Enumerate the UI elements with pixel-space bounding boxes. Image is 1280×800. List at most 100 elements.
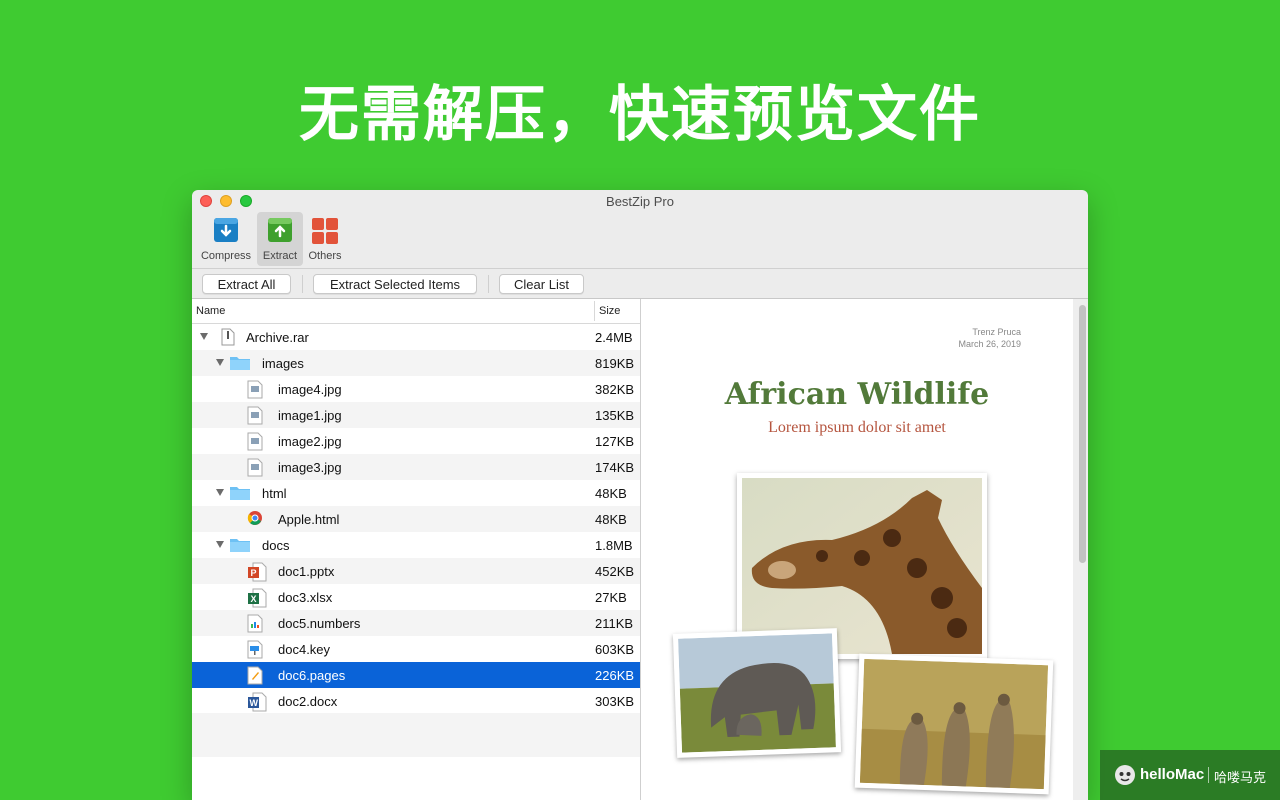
- file-row[interactable]: image4.jpg 382KB: [192, 376, 640, 402]
- chrome-html-icon: [247, 510, 263, 529]
- disclosure-triangle-icon[interactable]: [216, 359, 224, 366]
- file-size: 1.8MB: [595, 538, 633, 553]
- file-name: images: [262, 356, 304, 371]
- content-area: Name Size Archive.rar 2.4MB images 819KB ima…: [192, 298, 1088, 800]
- file-name: html: [262, 486, 287, 501]
- pages-icon: [247, 666, 263, 688]
- file-size: 211KB: [595, 616, 634, 631]
- jpg-file-icon: [247, 458, 263, 480]
- title-bar: BestZip Pro: [192, 190, 1088, 212]
- keynote-icon: [247, 640, 263, 662]
- file-name: doc3.xlsx: [278, 590, 333, 605]
- word-icon: W: [247, 692, 267, 715]
- watermark: helloMac 哈喽马克: [1100, 750, 1280, 800]
- file-list: Name Size Archive.rar 2.4MB images 819KB ima…: [192, 299, 641, 800]
- document-subtitle: Lorem ipsum dolor sit amet: [768, 419, 946, 436]
- watermark-divider: [1208, 767, 1209, 783]
- compress-icon: [214, 218, 238, 242]
- file-size: 603KB: [595, 642, 635, 657]
- extract-button[interactable]: Extract: [257, 212, 303, 266]
- app-window: BestZip Pro Compress Extract Others Extr…: [192, 190, 1088, 800]
- file-size: 48KB: [595, 512, 627, 527]
- file-name: doc1.pptx: [278, 564, 335, 579]
- file-rows: Archive.rar 2.4MB images 819KB image4.jpg 382…: [192, 324, 640, 714]
- file-size: 174KB: [595, 460, 635, 475]
- file-row[interactable]: Wdoc2.docx 303KB: [192, 688, 640, 714]
- window-title: BestZip Pro: [606, 194, 674, 209]
- file-row[interactable]: images 819KB: [192, 350, 640, 376]
- svg-text:P: P: [251, 568, 257, 578]
- document-page: Trenz Pruca March 26, 2019 African Wildl…: [641, 299, 1073, 800]
- file-name: image1.jpg: [278, 408, 342, 423]
- file-size: 452KB: [595, 564, 635, 579]
- file-row[interactable]: Xdoc3.xlsx 27KB: [192, 584, 640, 610]
- file-name: image4.jpg: [278, 382, 342, 397]
- file-name: Apple.html: [278, 512, 340, 527]
- compress-label: Compress: [200, 250, 252, 262]
- file-size: 2.4MB: [595, 330, 633, 345]
- preview-scrollbar[interactable]: [1079, 305, 1086, 563]
- size-column-header[interactable]: Size: [599, 305, 620, 317]
- document-author: Trenz Pruca: [972, 327, 1021, 337]
- file-row[interactable]: html 48KB: [192, 480, 640, 506]
- grid-icon: [312, 218, 338, 244]
- file-row[interactable]: image1.jpg 135KB: [192, 402, 640, 428]
- file-size: 303KB: [595, 694, 635, 709]
- others-label: Others: [308, 250, 342, 262]
- extract-selected-button[interactable]: Extract Selected Items: [313, 274, 477, 294]
- file-row[interactable]: doc4.key 603KB: [192, 636, 640, 662]
- file-size: 27KB: [595, 590, 627, 605]
- powerpoint-icon: P: [247, 562, 267, 585]
- file-row[interactable]: Apple.html 48KB: [192, 506, 640, 532]
- file-size: 819KB: [595, 356, 635, 371]
- disclosure-triangle-icon[interactable]: [200, 333, 208, 340]
- file-size: 382KB: [595, 382, 635, 397]
- folder-icon: [229, 354, 251, 374]
- clear-list-button[interactable]: Clear List: [499, 274, 584, 294]
- toolbar: Compress Extract Others: [192, 212, 1088, 268]
- document-title: African Wildlife: [724, 377, 990, 412]
- elephant-photo: [672, 628, 842, 758]
- file-size: 226KB: [595, 668, 635, 683]
- column-header: Name Size: [192, 299, 640, 324]
- toolbar-divider: [488, 275, 489, 293]
- hellomac-logo-icon: [1115, 765, 1135, 785]
- file-name: docs: [262, 538, 290, 553]
- file-name: image2.jpg: [278, 434, 342, 449]
- document-date: March 26, 2019: [958, 339, 1021, 349]
- promo-headline: 无需解压，快速预览文件: [299, 80, 981, 150]
- folder-icon: [229, 484, 251, 504]
- file-size: 127KB: [595, 434, 635, 449]
- preview-pane: Trenz Pruca March 26, 2019 African Wildl…: [641, 299, 1088, 800]
- file-row[interactable]: doc5.numbers 211KB: [192, 610, 640, 636]
- others-button[interactable]: Others: [304, 212, 346, 266]
- disclosure-triangle-icon[interactable]: [216, 541, 224, 548]
- excel-icon: X: [247, 588, 267, 611]
- file-name: doc5.numbers: [278, 616, 361, 631]
- file-row[interactable]: Pdoc1.pptx 452KB: [192, 558, 640, 584]
- file-name: doc2.docx: [278, 694, 338, 709]
- file-row[interactable]: image3.jpg 174KB: [192, 454, 640, 480]
- file-name: doc6.pages: [278, 668, 346, 683]
- jpg-file-icon: [247, 380, 263, 402]
- numbers-icon: [247, 614, 263, 636]
- file-name: Archive.rar: [246, 330, 309, 345]
- name-column-header[interactable]: Name: [196, 305, 225, 317]
- file-name: doc4.key: [278, 642, 331, 657]
- column-divider: [594, 301, 595, 321]
- file-row[interactable]: image2.jpg 127KB: [192, 428, 640, 454]
- compress-button[interactable]: Compress: [198, 212, 254, 266]
- file-row[interactable]: doc6.pages 226KB: [192, 662, 640, 688]
- archive-icon: [220, 328, 236, 349]
- action-bar: Extract All Extract Selected Items Clear…: [192, 268, 1088, 299]
- disclosure-triangle-icon[interactable]: [216, 489, 224, 496]
- extract-all-button[interactable]: Extract All: [202, 274, 291, 294]
- file-size: 135KB: [595, 408, 635, 423]
- file-name: image3.jpg: [278, 460, 342, 475]
- file-row[interactable]: docs 1.8MB: [192, 532, 640, 558]
- toolbar-divider: [302, 275, 303, 293]
- file-row[interactable]: Archive.rar 2.4MB: [192, 324, 640, 350]
- meerkat-photo: [854, 653, 1054, 795]
- watermark-chinese: 哈喽马克: [1214, 770, 1267, 785]
- file-size: 48KB: [595, 486, 627, 501]
